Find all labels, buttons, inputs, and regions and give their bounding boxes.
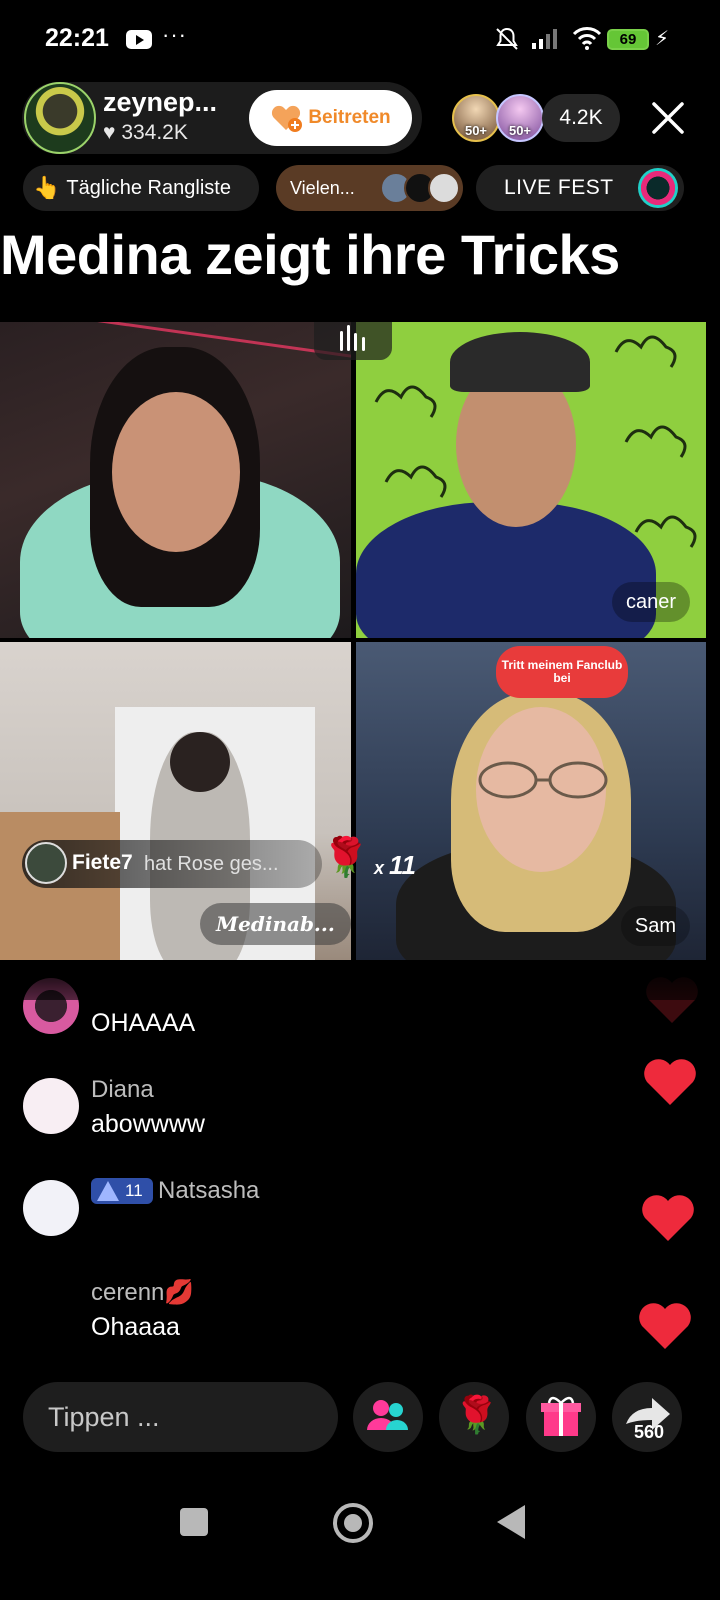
guest-name-medina: Medinab... — [200, 903, 351, 945]
gift-sender-avatar[interactable] — [25, 842, 67, 884]
guest-tile-caner[interactable]: caner — [356, 322, 706, 638]
close-icon[interactable] — [649, 99, 687, 137]
host-avatar[interactable] — [24, 82, 96, 154]
live-title: Medina zeigt ihre Tricks — [0, 223, 620, 286]
guest-name-caner: caner — [611, 582, 690, 622]
chat-fade — [0, 960, 720, 1000]
join-button[interactable]: Beitreten — [249, 90, 412, 146]
signal-icon — [532, 29, 557, 49]
face — [112, 392, 240, 552]
top-viewer-avatar[interactable]: 50+ — [452, 94, 500, 142]
rose-icon: 🌹 — [322, 837, 370, 879]
level-badge: 11 — [91, 1178, 153, 1204]
chat-username[interactable]: Diana — [91, 1076, 154, 1104]
hair-bun — [170, 732, 230, 792]
youtube-icon — [126, 30, 152, 49]
thanks-label: Vielen... — [290, 177, 355, 198]
gift-text: hat Rose ges... — [144, 853, 279, 875]
wifi-icon — [572, 27, 602, 50]
daily-ranking-chip[interactable]: 👆 Tägliche Rangliste — [23, 165, 259, 211]
chat-avatar[interactable] — [23, 1078, 79, 1134]
heart-icon: ♥ — [103, 121, 116, 144]
guest-tile-host[interactable] — [0, 322, 351, 638]
floating-heart-icon — [644, 1059, 696, 1105]
host-likes-count: 334.2K — [121, 121, 188, 144]
live-fest-chip[interactable]: LIVE FEST — [476, 165, 684, 211]
viewer-count[interactable]: 4.2K — [542, 94, 620, 142]
rose-icon: 🌹 — [454, 1394, 499, 1435]
gift-sender-name[interactable]: Fiete7 — [72, 851, 133, 875]
thanks-chip[interactable]: Vielen... — [276, 165, 463, 211]
floating-heart-icon — [642, 1195, 694, 1241]
supporter-avatar — [428, 172, 460, 204]
battery-icon: 69 — [607, 29, 649, 50]
rose-gift-button[interactable]: 🌹 — [439, 1382, 509, 1452]
join-label: Beitreten — [308, 107, 391, 128]
chat-username[interactable]: Natsasha — [158, 1177, 259, 1205]
host-name[interactable]: zeynep... — [103, 87, 217, 118]
ranking-label: Tägliche Rangliste — [66, 176, 231, 199]
gift-icon — [541, 1396, 581, 1436]
status-time: 22:21 — [45, 24, 109, 52]
fanclub-heart-icon — [272, 105, 303, 132]
back-icon[interactable] — [497, 1505, 525, 1539]
users-icon — [367, 1400, 408, 1430]
gift-count: x 11 — [374, 850, 417, 880]
home-icon[interactable] — [333, 1503, 373, 1543]
guest-name-sam: Sam — [620, 906, 690, 946]
guest-request-button[interactable] — [353, 1382, 423, 1452]
gift-button[interactable] — [526, 1382, 596, 1452]
audio-indicator[interactable] — [314, 322, 392, 360]
share-count: 560 — [634, 1422, 665, 1442]
chat-message: abowwww — [91, 1110, 205, 1138]
live-fest-label: LIVE FEST — [504, 176, 614, 199]
chat-avatar[interactable] — [23, 1180, 79, 1236]
top-viewer-avatar[interactable]: 50+ — [496, 94, 544, 142]
status-bar: 22:21 ··· 69 ⚡ — [0, 0, 720, 78]
floating-heart-icon — [639, 1303, 691, 1349]
chat-message: OHAAAA — [91, 1009, 196, 1037]
recent-apps-icon[interactable] — [180, 1508, 208, 1536]
glasses — [478, 761, 608, 799]
fanclub-sticker[interactable]: Tritt meinem Fanclub bei — [496, 646, 628, 698]
live-fest-icon — [638, 168, 678, 208]
charging-icon: ⚡ — [655, 28, 670, 50]
overflow-dots: ··· — [162, 22, 187, 47]
cap — [450, 332, 590, 392]
chat-username[interactable]: cerenn💋 — [91, 1278, 194, 1307]
chat-message: Ohaaaa — [91, 1313, 180, 1341]
bell-off-icon — [496, 27, 518, 50]
hand-icon: 👆 — [33, 175, 61, 200]
comment-input[interactable]: Tippen ... — [23, 1382, 338, 1452]
host-likes: ♥ 334.2K — [103, 121, 188, 145]
system-nav-bar — [0, 1490, 720, 1560]
